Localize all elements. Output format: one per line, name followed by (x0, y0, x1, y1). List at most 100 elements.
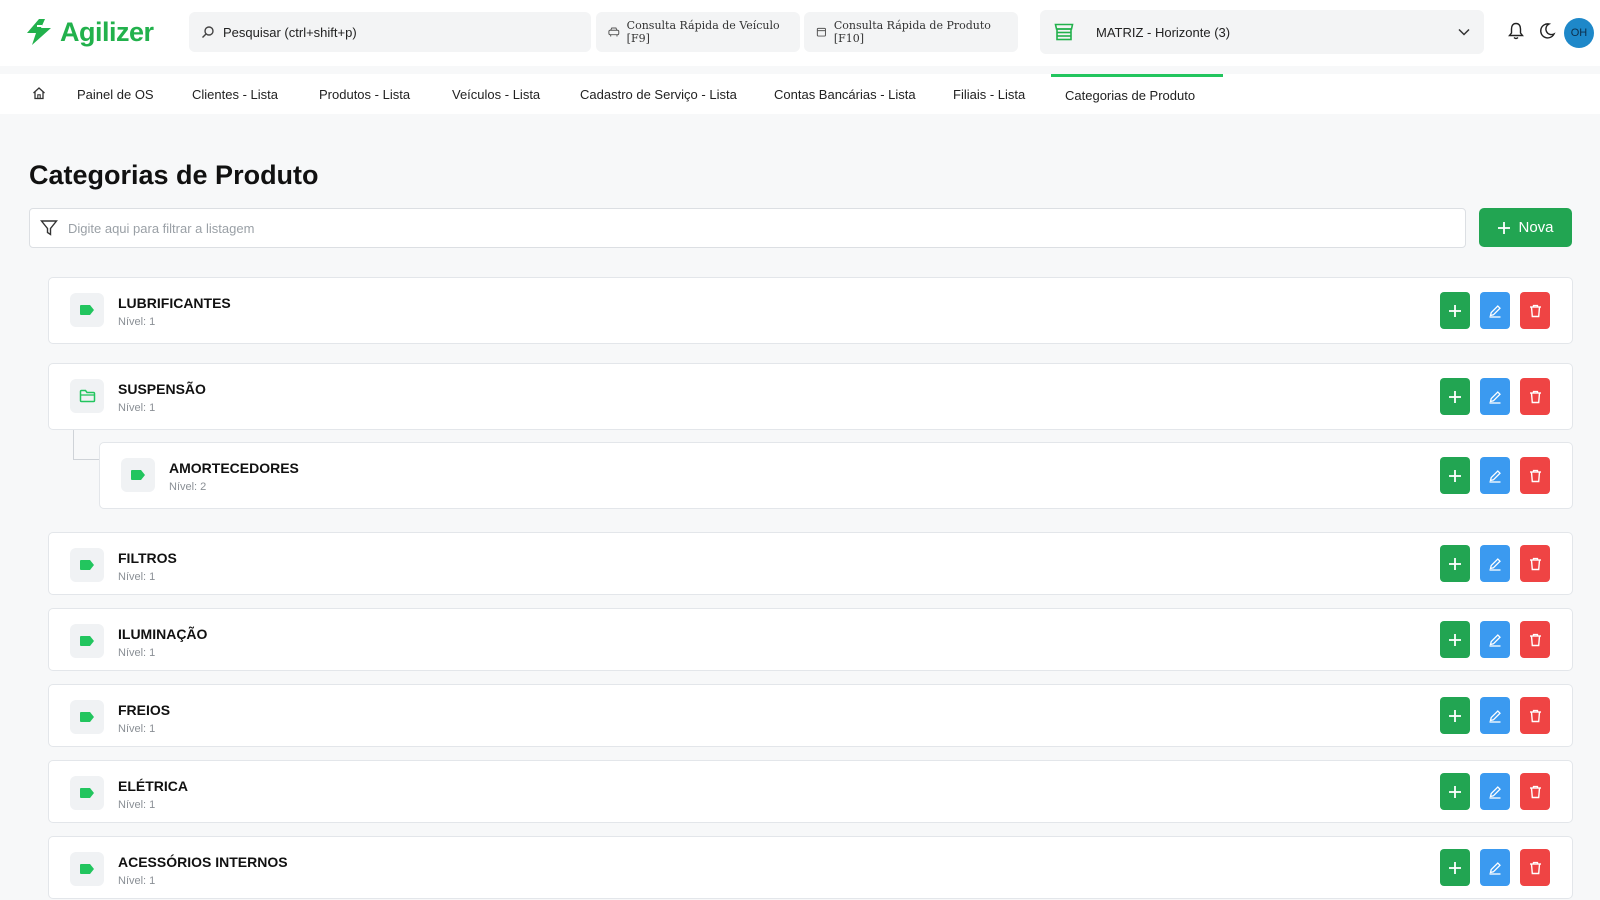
tab-clientes-lista[interactable]: Clientes - Lista (192, 74, 278, 114)
pencil-icon (1489, 390, 1501, 404)
edit-category-button[interactable] (1480, 292, 1510, 329)
tab-produtos-lista[interactable]: Produtos - Lista (319, 74, 410, 114)
category-level: Nível: 1 (118, 875, 156, 887)
tab-contas-bancarias-lista[interactable]: Contas Bancárias - Lista (774, 74, 916, 114)
trash-icon (1529, 469, 1541, 482)
category-name: FILTROS (118, 550, 177, 566)
category-name: AMORTECEDORES (169, 460, 299, 476)
category-name: LUBRIFICANTES (118, 295, 231, 311)
filter-funnel-icon (40, 220, 58, 236)
app-logo[interactable]: Agilizer (24, 14, 154, 50)
trash-icon (1529, 861, 1541, 874)
category-level: Nível: 1 (118, 723, 156, 735)
filter-bar (29, 208, 1466, 248)
add-subcategory-button[interactable] (1440, 378, 1470, 415)
delete-category-button[interactable] (1520, 457, 1550, 494)
pencil-icon (1489, 304, 1501, 318)
category-level: Nível: 1 (118, 571, 156, 583)
quick-product-lookup-button[interactable]: Consulta Rápida de Produto [F10] (804, 12, 1018, 52)
trash-icon (1529, 709, 1541, 722)
notifications-bell-icon[interactable] (1508, 22, 1524, 40)
tag-icon (70, 852, 104, 886)
edit-category-button[interactable] (1480, 545, 1510, 582)
delete-category-button[interactable] (1520, 849, 1550, 886)
home-icon[interactable] (32, 86, 46, 100)
pencil-icon (1489, 557, 1501, 571)
add-subcategory-button[interactable] (1440, 545, 1470, 582)
logo-icon (27, 19, 51, 45)
category-name: ACESSÓRIOS INTERNOS (118, 854, 288, 870)
category-row: LUBRIFICANTES Nível: 1 (48, 277, 1573, 344)
edit-category-button[interactable] (1480, 621, 1510, 658)
plus-icon (1449, 557, 1461, 570)
plus-icon (1449, 469, 1461, 482)
folder-icon (70, 379, 104, 413)
theme-moon-icon[interactable] (1538, 22, 1556, 40)
edit-category-button[interactable] (1480, 378, 1510, 415)
plus-icon (1449, 785, 1461, 798)
edit-category-button[interactable] (1480, 697, 1510, 734)
add-subcategory-button[interactable] (1440, 292, 1470, 329)
trash-icon (1529, 785, 1541, 798)
tree-connector (73, 430, 99, 460)
tab-categorias-de-produto[interactable]: Categorias de Produto (1051, 74, 1224, 114)
tag-icon (70, 624, 104, 658)
pencil-icon (1489, 785, 1501, 799)
filter-input[interactable] (68, 220, 1368, 236)
edit-category-button[interactable] (1480, 457, 1510, 494)
add-subcategory-button[interactable] (1440, 621, 1470, 658)
pencil-icon (1489, 709, 1501, 723)
tag-icon (70, 700, 104, 734)
tab-veiculos-lista[interactable]: Veículos - Lista (452, 74, 540, 114)
new-button-label: Nova (1518, 219, 1554, 236)
plus-icon (1449, 709, 1461, 722)
add-subcategory-button[interactable] (1440, 773, 1470, 810)
plus-icon (1449, 390, 1461, 403)
tab-bar: Painel de OS Clientes - Lista Produtos -… (0, 74, 1600, 114)
tab-cadastro-de-servico-lista[interactable]: Cadastro de Serviço - Lista (580, 74, 737, 114)
trash-icon (1529, 390, 1541, 403)
category-level: Nível: 1 (118, 402, 156, 414)
edit-category-button[interactable] (1480, 773, 1510, 810)
delete-category-button[interactable] (1520, 773, 1550, 810)
category-row: ILUMINAÇÃO Nível: 1 (48, 608, 1573, 671)
branch-selector[interactable]: MATRIZ - Horizonte (3) (1040, 10, 1484, 54)
edit-category-button[interactable] (1480, 849, 1510, 886)
pencil-icon (1489, 861, 1501, 875)
page-title: Categorias de Produto (29, 160, 319, 190)
box-icon (816, 27, 826, 37)
category-name: FREIOS (118, 702, 171, 718)
delete-category-button[interactable] (1520, 378, 1550, 415)
category-name: ILUMINAÇÃO (118, 626, 208, 642)
car-icon (608, 27, 620, 37)
delete-category-button[interactable] (1520, 697, 1550, 734)
chevron-down-icon (1458, 28, 1470, 36)
add-subcategory-button[interactable] (1440, 697, 1470, 734)
tag-icon (70, 776, 104, 810)
user-avatar[interactable]: OH (1564, 18, 1594, 48)
add-subcategory-button[interactable] (1440, 457, 1470, 494)
branch-label: MATRIZ - Horizonte (3) (1096, 24, 1231, 40)
quick-vehicle-lookup-button[interactable]: Consulta Rápida de Veículo [F9] (596, 12, 800, 52)
category-row: ELÉTRICA Nível: 1 (48, 760, 1573, 823)
global-search[interactable]: Pesquisar (ctrl+shift+p) (189, 12, 591, 52)
delete-category-button[interactable] (1520, 545, 1550, 582)
quick-product-label: Consulta Rápida de Produto [F10] (833, 19, 991, 45)
tag-icon (70, 293, 104, 327)
delete-category-button[interactable] (1520, 292, 1550, 329)
tab-painel-de-os[interactable]: Painel de OS (77, 74, 154, 114)
category-row: AMORTECEDORES Nível: 2 (99, 442, 1573, 509)
plus-icon (1449, 633, 1461, 646)
delete-category-button[interactable] (1520, 621, 1550, 658)
category-level: Nível: 1 (118, 647, 156, 659)
pencil-icon (1489, 633, 1501, 647)
category-row: ACESSÓRIOS INTERNOS Nível: 1 (48, 836, 1573, 899)
category-row: SUSPENSÃO Nível: 1 (48, 363, 1573, 430)
category-level: Nível: 2 (169, 481, 207, 493)
tab-filiais-lista[interactable]: Filiais - Lista (953, 74, 1025, 114)
tag-icon (70, 548, 104, 582)
pencil-icon (1489, 469, 1501, 483)
new-category-button[interactable]: Nova (1479, 208, 1572, 247)
add-subcategory-button[interactable] (1440, 849, 1470, 886)
store-icon (1054, 23, 1074, 41)
